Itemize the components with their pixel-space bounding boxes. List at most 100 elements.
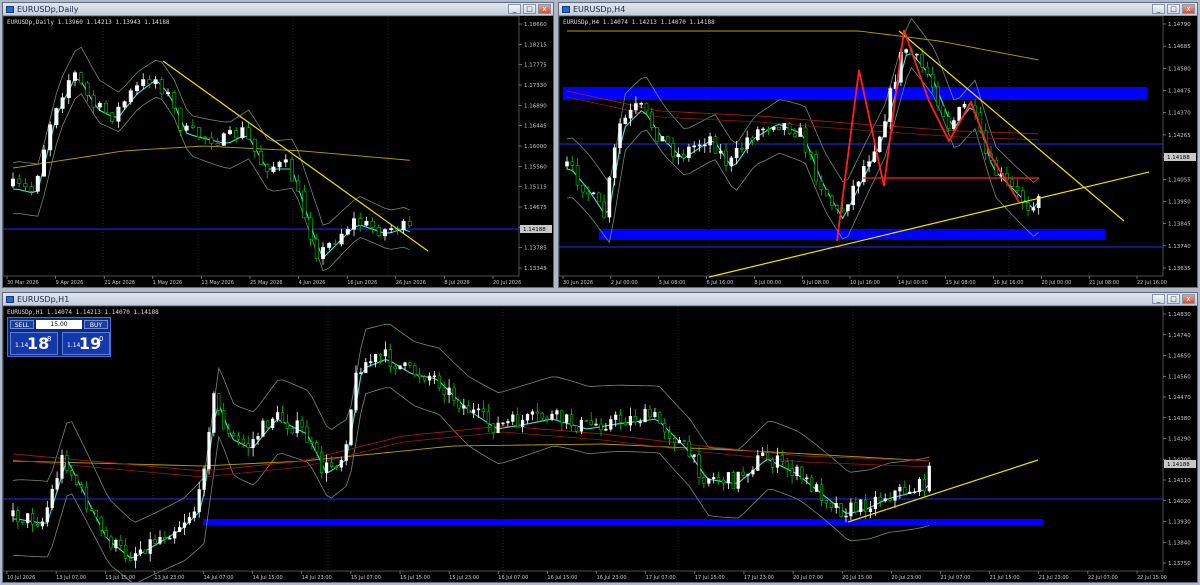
- current-price-label: 1.14188: [1167, 155, 1190, 161]
- candle-body: [516, 414, 520, 428]
- candle-body: [859, 499, 863, 513]
- candle-body: [718, 150, 723, 154]
- price-scale-label: 1.13950: [1168, 199, 1191, 205]
- time-axis-label: 17 Jul 15:00: [695, 575, 725, 581]
- time-axis-label: 30 Mar 2026: [7, 280, 39, 286]
- candle-body: [305, 426, 309, 443]
- price-scale-label: 1.14740: [1168, 333, 1191, 339]
- candle-body: [119, 539, 123, 546]
- h1-price-chart[interactable]: 1.14830 1.14740 1.14650 1.14560 1.14470 1.143…: [3, 306, 1197, 582]
- minimize-button[interactable]: _: [1152, 294, 1165, 304]
- candle-body: [351, 218, 356, 230]
- time-axis-label: 6 Jul 16:00: [707, 280, 734, 286]
- candle-body: [401, 220, 406, 231]
- chart-icon: [6, 6, 14, 13]
- minimize-button[interactable]: _: [1152, 4, 1165, 14]
- candle-body: [868, 508, 873, 512]
- price-scale-label: 1.14560: [1168, 374, 1191, 380]
- h4-title-bar[interactable]: EURUSDp,H4 _ □ x: [559, 3, 1197, 16]
- daily-chart-window[interactable]: EURUSDp,Daily _ □ x 1.18660 1.18215 1.1777…: [2, 2, 554, 288]
- time-axis-label: 8 Jul 00:00: [754, 280, 781, 286]
- candle-body: [777, 126, 781, 131]
- buy-price-box[interactable]: 1.14 19 0: [62, 332, 110, 355]
- candle-body: [349, 409, 353, 445]
- close-button[interactable]: x: [1182, 4, 1195, 14]
- fast-moving-average: [12, 359, 930, 559]
- candle-body: [79, 72, 84, 84]
- buy-button[interactable]: BUY: [84, 320, 108, 329]
- sell-button[interactable]: SELL: [10, 320, 34, 329]
- price-scale-label: 1.14650: [1168, 354, 1191, 360]
- candle-body: [124, 545, 128, 559]
- candle-body: [756, 455, 760, 471]
- candle-body: [94, 510, 98, 518]
- candle-body: [104, 102, 109, 113]
- close-button[interactable]: x: [1182, 294, 1195, 304]
- candle-body: [452, 387, 456, 401]
- candle-body: [697, 454, 701, 478]
- candle-body: [277, 161, 282, 168]
- h1-title-bar[interactable]: EURUSDp,H1 _ □ x: [3, 293, 1197, 306]
- time-axis-label: 21 Jul 15:00: [990, 575, 1020, 581]
- candle-body: [143, 549, 147, 554]
- candle-body: [65, 455, 69, 472]
- time-axis-label: 21 Jul 23:00: [1039, 575, 1069, 581]
- daily-title-bar[interactable]: EURUSDp,Daily _ □ x: [3, 3, 553, 16]
- candle-body: [741, 471, 745, 476]
- maximize-button[interactable]: □: [1167, 4, 1180, 14]
- candle-body: [133, 553, 138, 561]
- candle-body: [48, 124, 53, 151]
- candle-body: [172, 92, 177, 109]
- price-scale-label: 1.16000: [524, 144, 547, 150]
- time-axis-label: 14 Jul 23:00: [302, 575, 332, 581]
- candle-body: [824, 500, 828, 504]
- candle-body: [114, 539, 118, 549]
- candle-body: [246, 443, 250, 449]
- candle-body: [602, 201, 606, 218]
- h1-chart-window[interactable]: EURUSDp,H1 _ □ x 1.14830 1.14740 1.14650 1.…: [2, 292, 1198, 583]
- candle-body: [581, 184, 585, 193]
- h4-title: EURUSDp,H4: [573, 5, 626, 14]
- candle-body: [665, 136, 670, 144]
- candle-body: [594, 423, 598, 426]
- price-scale-label: 1.16890: [524, 103, 547, 109]
- candle-body: [628, 416, 632, 426]
- candle-body: [677, 440, 681, 444]
- candle-body: [339, 233, 344, 245]
- candle-body: [623, 422, 628, 426]
- candle-body: [135, 85, 140, 92]
- candle-body: [128, 90, 133, 103]
- candle-body: [26, 513, 30, 524]
- candle-body: [798, 127, 802, 137]
- close-button[interactable]: x: [538, 4, 551, 14]
- candle-body: [203, 136, 208, 139]
- maximize-button[interactable]: □: [523, 4, 536, 14]
- candle-body: [339, 460, 343, 468]
- candle-body: [168, 537, 172, 540]
- candle-body: [23, 183, 28, 188]
- candle-body: [765, 452, 770, 460]
- h4-price-chart[interactable]: 1.14790 1.14685 1.14580 1.14475 1.14370 1.142…: [559, 16, 1197, 287]
- candle-body: [389, 228, 394, 230]
- maximize-button[interactable]: □: [1167, 294, 1180, 304]
- candle-body: [222, 410, 226, 430]
- candle-body: [215, 143, 220, 146]
- candle-body: [60, 97, 65, 109]
- candle-body: [713, 136, 718, 154]
- candle-body: [122, 101, 127, 108]
- candle-body: [904, 49, 909, 53]
- candle-body: [770, 459, 775, 468]
- minimize-button[interactable]: _: [508, 4, 521, 14]
- candle-body: [835, 205, 840, 210]
- sell-price-box[interactable]: 1.14 18 8: [10, 332, 58, 355]
- h4-chart-window[interactable]: EURUSDp,H4 _ □ x 1.14790 1.14685 1.14580 1.…: [558, 2, 1198, 288]
- daily-price-chart[interactable]: 1.18660 1.18215 1.17775 1.17330 1.16890 1.164…: [3, 16, 553, 287]
- lot-size-input[interactable]: 15.00: [36, 320, 82, 329]
- candle-body: [805, 477, 809, 480]
- candle-body: [604, 428, 608, 431]
- candle-body: [834, 503, 838, 508]
- time-axis-label: 14 Jul 15:00: [253, 575, 283, 581]
- candle-body: [35, 523, 40, 527]
- price-scale-label: 1.13845: [1168, 222, 1191, 228]
- current-price-label: 1.14188: [1167, 462, 1190, 468]
